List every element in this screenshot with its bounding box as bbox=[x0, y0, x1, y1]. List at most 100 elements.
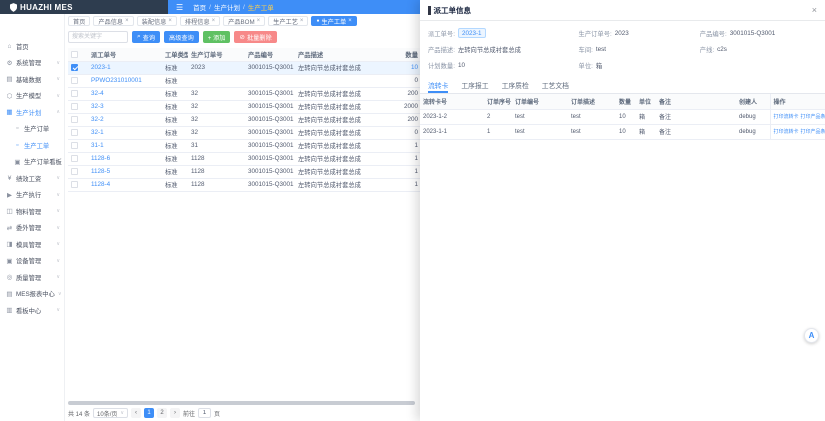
flow-card-row[interactable]: 2023-1-2 2 test test 10 箱 备注 debug 打印流转卡… bbox=[420, 109, 825, 124]
tab-close-icon[interactable]: × bbox=[125, 18, 129, 24]
sidebar-item[interactable]: ▥ 看板中心 ∨ bbox=[0, 302, 64, 319]
production-order-no: 31 bbox=[188, 139, 245, 152]
tab-close-icon[interactable]: × bbox=[168, 18, 172, 24]
drawer-title: 派工单信息 bbox=[434, 5, 472, 16]
field-label: 产品编号: bbox=[700, 29, 727, 38]
row-checkbox[interactable] bbox=[71, 64, 78, 71]
work-order-no-link[interactable]: 2023-1 bbox=[88, 61, 162, 74]
sidebar-item[interactable]: ⌂ 首页 bbox=[0, 38, 64, 55]
tab-close-icon[interactable]: × bbox=[348, 18, 352, 24]
search-button[interactable]: ⌕ 查询 bbox=[132, 31, 160, 43]
batch-delete-button[interactable]: ⊘ 批量删除 bbox=[234, 31, 276, 43]
sidebar-item[interactable]: ◎ 质量管理 ∨ bbox=[0, 269, 64, 286]
close-icon[interactable]: × bbox=[812, 6, 817, 15]
page-tab[interactable]: 产品信息 × bbox=[93, 16, 133, 26]
tab-close-icon[interactable]: × bbox=[257, 18, 261, 24]
page-tab[interactable]: ● 生产工单 × bbox=[311, 16, 356, 26]
table-row[interactable]: 32-3 标准 32 3001015-Q3001 左转向节总成衬套总成 2000 bbox=[68, 100, 421, 113]
table-row[interactable]: 1128-6 标准 1128 3001015-Q3001 左转向节总成衬套总成 … bbox=[68, 152, 421, 165]
work-order-no-link[interactable]: 1128-6 bbox=[88, 152, 162, 165]
add-button[interactable]: + 添加 bbox=[203, 31, 231, 43]
sidebar-item[interactable]: ▣ 生产订单看板 bbox=[0, 154, 64, 171]
breadcrumb-item[interactable]: 生产计划 bbox=[214, 2, 240, 12]
sidebar-item[interactable]: ¥ 绩效工资 ∨ bbox=[0, 170, 64, 187]
sidebar-item[interactable]: ▤ 基础数据 ∨ bbox=[0, 71, 64, 88]
work-order-no-link[interactable]: 1128-4 bbox=[88, 178, 162, 191]
row-checkbox[interactable] bbox=[71, 168, 78, 175]
page-number-button[interactable]: 1 bbox=[144, 408, 154, 418]
row-checkbox[interactable] bbox=[71, 116, 78, 123]
table-row[interactable]: PPWO231010001 标准 0 bbox=[68, 74, 421, 87]
search-input[interactable] bbox=[68, 31, 128, 43]
row-checkbox[interactable] bbox=[71, 142, 78, 149]
table-row[interactable]: 32-2 标准 32 3001015-Q3001 左转向节总成衬套总成 200 bbox=[68, 113, 421, 126]
work-order-no-link[interactable]: 32-2 bbox=[88, 113, 162, 126]
sidebar-item[interactable]: ▶ 生产执行 ∨ bbox=[0, 187, 64, 204]
column-header[interactable]: 产品编号 bbox=[245, 48, 295, 61]
horizontal-scrollbar[interactable] bbox=[68, 401, 415, 405]
chevron-icon: ∨ bbox=[58, 291, 62, 297]
table-row[interactable]: 2023-1 标准 2023 3001015-Q3001 左转向节总成衬套总成 … bbox=[68, 61, 421, 74]
sidebar-item[interactable]: ⚙ 系统管理 ∨ bbox=[0, 55, 64, 72]
row-checkbox[interactable] bbox=[71, 129, 78, 136]
table-row[interactable]: 32-4 标准 32 3001015-Q3001 左转向节总成衬套总成 200 bbox=[68, 87, 421, 100]
row-checkbox[interactable] bbox=[71, 77, 78, 84]
column-header[interactable]: 产品描述 bbox=[295, 48, 401, 61]
hamburger-icon[interactable]: ☰ bbox=[176, 3, 183, 12]
page-tab[interactable]: 产品BOM × bbox=[223, 16, 265, 26]
print-barcode-link[interactable]: 打印产品条码 bbox=[801, 129, 825, 135]
breadcrumb-item[interactable]: 首页 bbox=[193, 2, 206, 12]
row-checkbox[interactable] bbox=[71, 181, 78, 188]
print-flow-card-link[interactable]: 打印流转卡 bbox=[774, 129, 799, 135]
work-order-no-link[interactable]: 32-1 bbox=[88, 126, 162, 139]
drawer-tab[interactable]: 工序报工 bbox=[461, 79, 488, 93]
sidebar-item[interactable]: ▫ 生产工单 bbox=[0, 137, 64, 154]
drawer-tab[interactable]: 工艺文档 bbox=[542, 79, 569, 93]
sidebar-item[interactable]: ◫ 物料管理 ∨ bbox=[0, 203, 64, 220]
work-order-no-link[interactable]: PPWO231010001 bbox=[88, 74, 162, 87]
work-order-no-link[interactable]: 31-1 bbox=[88, 139, 162, 152]
row-checkbox[interactable] bbox=[71, 103, 78, 110]
drawer-tab[interactable]: 流转卡 bbox=[428, 79, 448, 93]
row-checkbox[interactable] bbox=[71, 90, 78, 97]
sidebar-item[interactable]: ▤ MES报表中心 ∨ bbox=[0, 286, 64, 303]
drawer-tab[interactable]: 工序质检 bbox=[502, 79, 529, 93]
goto-label: 前往 bbox=[183, 409, 195, 418]
sidebar-item[interactable]: ◨ 模具管理 ∨ bbox=[0, 236, 64, 253]
page-tab[interactable]: 排程信息 × bbox=[180, 16, 220, 26]
page-tab[interactable]: 首页 bbox=[68, 16, 90, 26]
breadcrumb-item[interactable]: 生产工单 bbox=[248, 2, 274, 12]
table-row[interactable]: 32-1 标准 32 3001015-Q3001 左转向节总成衬套总成 0 bbox=[68, 126, 421, 139]
work-order-no-link[interactable]: 1128-5 bbox=[88, 165, 162, 178]
page-number-button[interactable]: 2 bbox=[157, 408, 167, 418]
sidebar-item[interactable]: ▫ 生产订单 bbox=[0, 121, 64, 138]
tab-close-icon[interactable]: × bbox=[300, 18, 304, 24]
assistant-floating-button[interactable]: A bbox=[804, 328, 819, 343]
page-tab[interactable]: 生产工艺 × bbox=[268, 16, 308, 26]
column-header[interactable]: 工单类型 bbox=[162, 48, 188, 61]
row-checkbox[interactable] bbox=[71, 155, 78, 162]
advanced-search-button[interactable]: 高级查询 bbox=[164, 31, 199, 43]
prev-page-button[interactable]: ‹ bbox=[131, 408, 141, 418]
tab-close-icon[interactable]: × bbox=[212, 18, 216, 24]
next-page-button[interactable]: › bbox=[170, 408, 180, 418]
print-barcode-link[interactable]: 打印产品条码 bbox=[801, 114, 825, 120]
sidebar-item[interactable]: ⇄ 委外管理 ∨ bbox=[0, 220, 64, 237]
sidebar-item[interactable]: ▦ 生产计划 ∧ bbox=[0, 104, 64, 121]
select-all-checkbox[interactable] bbox=[71, 51, 78, 58]
column-header[interactable]: 生产订单号 bbox=[188, 48, 245, 61]
work-order-no-link[interactable]: 32-4 bbox=[88, 87, 162, 100]
goto-page-input[interactable] bbox=[198, 408, 211, 418]
print-flow-card-link[interactable]: 打印流转卡 bbox=[774, 114, 799, 120]
sidebar-item[interactable]: ▣ 设备管理 ∨ bbox=[0, 253, 64, 270]
table-row[interactable]: 1128-5 标准 1128 3001015-Q3001 左转向节总成衬套总成 … bbox=[68, 165, 421, 178]
column-header[interactable]: 派工单号 bbox=[88, 48, 162, 61]
table-row[interactable]: 31-1 标准 31 3001015-Q3001 左转向节总成衬套总成 1 bbox=[68, 139, 421, 152]
work-order-no-link[interactable]: 32-3 bbox=[88, 100, 162, 113]
flow-card-row[interactable]: 2023-1-1 1 test test 10 箱 备注 debug 打印流转卡… bbox=[420, 124, 825, 139]
sidebar-item[interactable]: ⬡ 生产模型 ∨ bbox=[0, 88, 64, 105]
table-row[interactable]: 1128-4 标准 1128 3001015-Q3001 左转向节总成衬套总成 … bbox=[68, 178, 421, 191]
column-header[interactable]: 数量 bbox=[401, 48, 421, 61]
page-size-select[interactable]: 10条/页 ∨ bbox=[93, 408, 128, 418]
page-tab[interactable]: 装配信息 × bbox=[137, 16, 177, 26]
